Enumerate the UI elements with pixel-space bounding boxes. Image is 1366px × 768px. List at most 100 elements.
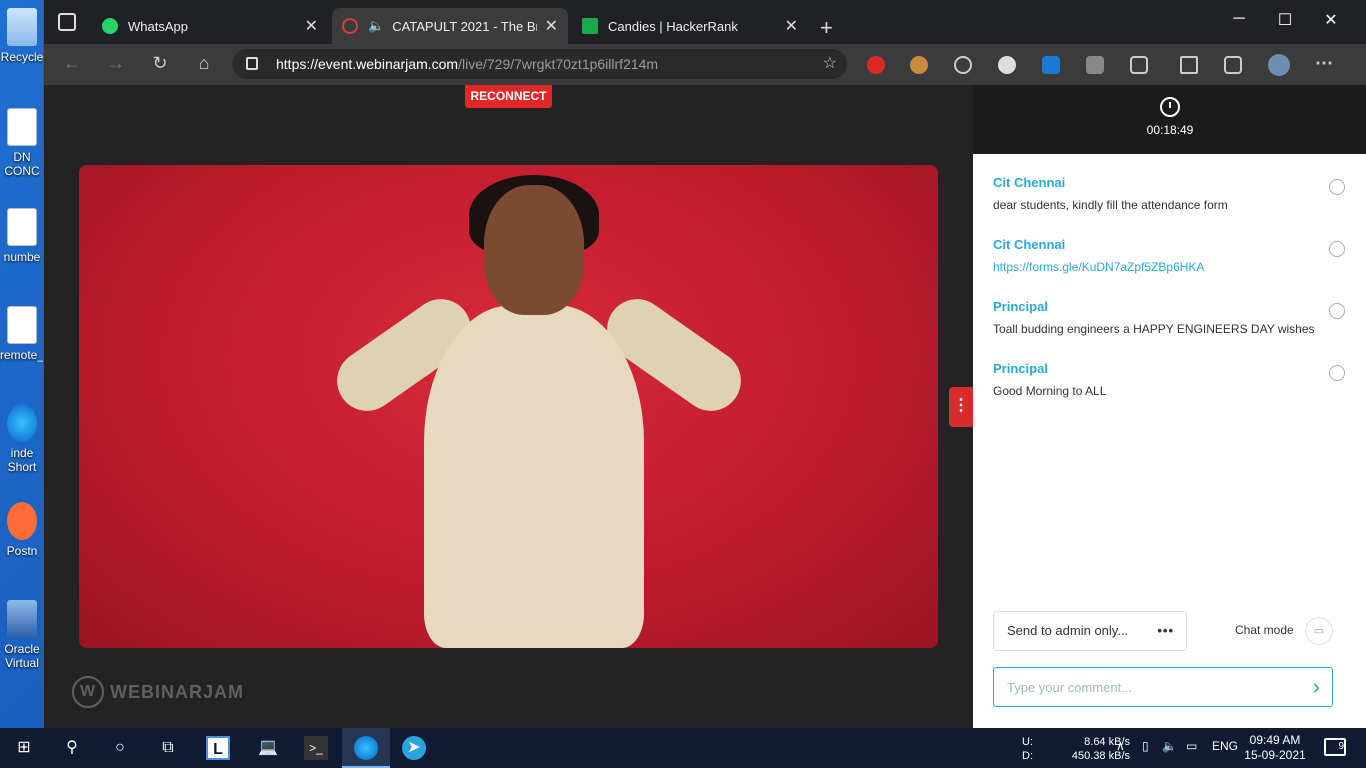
desktop-icon-file-1[interactable]: DN CONC <box>0 108 44 178</box>
close-tab-icon[interactable]: ✕ <box>545 16 558 36</box>
message-body: dear students, kindly fill the attendanc… <box>993 198 1228 212</box>
desktop-icon-virtualbox[interactable]: Oracle Virtual <box>0 600 44 670</box>
notifications-icon[interactable]: 9 <box>1324 738 1346 756</box>
telegram-icon[interactable]: ➤ <box>402 736 426 760</box>
lock-icon <box>246 57 258 70</box>
cortana-icon[interactable]: ○ <box>108 736 132 760</box>
cookie-extension-icon[interactable] <box>910 56 928 74</box>
volume-icon[interactable]: 🔈 <box>1162 739 1177 753</box>
extensions-puzzle-icon[interactable] <box>1130 56 1148 74</box>
message-body: Good Morning to ALL <box>993 384 1107 398</box>
desktop-icon-label: DN CONC <box>4 150 40 178</box>
show-hidden-icons-chevron-icon[interactable]: ∧ <box>1116 739 1125 753</box>
url-host: https://event.webinarjam.com <box>276 56 459 72</box>
react-devtools-icon[interactable] <box>954 56 972 74</box>
lens-app-icon[interactable]: L <box>206 736 230 760</box>
refresh-button[interactable]: ↻ <box>148 53 172 74</box>
maximize-button[interactable]: ☐ <box>1262 10 1308 30</box>
message-author: Cit Chennai <box>993 175 1066 190</box>
message-link[interactable]: https://forms.gle/KuDN7aZpf5ZBp6HKA <box>993 260 1353 274</box>
desktop-icon-label: numbe <box>3 250 41 264</box>
github-extension-icon[interactable] <box>998 56 1016 74</box>
send-to-select[interactable]: Send to admin only... ••• <box>993 611 1187 651</box>
document-icon <box>7 306 37 344</box>
document-icon <box>7 208 37 246</box>
desktop-icon-file-2[interactable]: numbe <box>0 208 44 264</box>
desktop-icon-edge-shortcut[interactable]: inde Short <box>0 404 44 474</box>
chat-message: Cit Chennai dear students, kindly fill t… <box>993 175 1353 212</box>
comment-input[interactable] <box>1007 668 1297 706</box>
message-select-radio[interactable] <box>1329 179 1345 195</box>
tab-actions-icon[interactable] <box>58 13 76 31</box>
taskbar: ⊞ ⚲ ○ ⧉ L 💻 >_ ➤ U: 8.64 kB/s D: 450.38 kB… <box>0 728 1366 768</box>
minimize-button[interactable]: ─ <box>1216 10 1262 28</box>
close-tab-icon[interactable]: ✕ <box>785 16 798 36</box>
session-timer: 00:18:49 <box>1146 123 1194 137</box>
back-button[interactable]: ← <box>60 53 84 74</box>
whatsapp-icon <box>102 18 118 34</box>
tab-title: Candies | HackerRank <box>608 18 738 34</box>
comment-box: › <box>993 667 1333 707</box>
search-icon[interactable]: ⚲ <box>60 736 84 760</box>
panel-header: 00:18:49 <box>973 85 1366 154</box>
send-arrow-icon[interactable]: › <box>1313 674 1320 700</box>
watermark-text: WEBINARJAM <box>110 681 244 702</box>
windows-start-icon[interactable]: ⊞ <box>12 736 36 760</box>
desktop-icon-label: inde Short <box>7 446 37 474</box>
webinarjam-logo-icon: W <box>72 676 104 708</box>
tab-catapult[interactable]: 🔈 CATAPULT 2021 - The Bridge ✕ <box>332 8 568 44</box>
chat-message: Principal Toall budding engineers a HAPP… <box>993 299 1353 336</box>
collections-icon[interactable] <box>1224 56 1242 74</box>
terminal-app-icon[interactable]: >_ <box>304 736 328 760</box>
profile-extension-icon[interactable] <box>1086 56 1104 74</box>
usb-icon[interactable]: ▯ <box>1142 739 1149 753</box>
message-select-radio[interactable] <box>1329 241 1345 257</box>
task-view-icon[interactable]: ⧉ <box>156 736 180 760</box>
hackerrank-icon <box>582 18 598 34</box>
tab-title: WhatsApp <box>128 18 188 34</box>
panel-toggle-button[interactable]: ⋮ <box>949 387 973 427</box>
close-tab-icon[interactable]: ✕ <box>305 16 318 36</box>
more-options-icon[interactable]: ••• <box>1157 612 1174 650</box>
desktop-icon-file-3[interactable]: remote_ <box>0 306 44 362</box>
webinarjam-watermark: W WEBINARJAM <box>72 676 244 708</box>
settings-menu-icon[interactable]: ⋯ <box>1312 53 1336 74</box>
message-select-radio[interactable] <box>1329 303 1345 319</box>
forward-button[interactable]: → <box>104 53 128 74</box>
address-bar-row: ← → ↻ ⌂ https://event.webinarjam.com/liv… <box>44 44 1366 85</box>
new-tab-button[interactable]: + <box>820 17 833 39</box>
message-select-radio[interactable] <box>1329 365 1345 381</box>
tab-hackerrank[interactable]: Candies | HackerRank ✕ <box>572 8 808 44</box>
taskbar-clock[interactable]: 09:49 AM 15-09-2021 <box>1240 733 1310 763</box>
desktop-icon-recycle-bin[interactable]: Recycle <box>0 8 44 64</box>
chat-mode-label: Chat mode <box>1235 623 1294 637</box>
speaker-icon[interactable]: 🔈 <box>368 18 384 34</box>
reconnect-button[interactable]: RECONNECT <box>465 85 552 108</box>
adblock-extension-icon[interactable] <box>867 56 885 74</box>
url-field[interactable]: https://event.webinarjam.com/live/729/7w… <box>232 49 847 79</box>
browser-window: WhatsApp ✕ 🔈 CATAPULT 2021 - The Bridge … <box>43 0 1366 728</box>
language-indicator[interactable]: ENG <box>1212 739 1238 753</box>
profile-avatar[interactable] <box>1268 54 1290 76</box>
laptop-app-icon[interactable]: 💻 <box>256 736 280 760</box>
chat-mode-toggle-icon[interactable]: ▭ <box>1305 617 1333 645</box>
webinarjam-icon <box>342 18 358 34</box>
clock-date: 15-09-2021 <box>1244 748 1306 762</box>
desktop-icon-postman[interactable]: Postn <box>0 502 44 558</box>
edge-taskbar-icon[interactable] <box>354 736 378 760</box>
tab-whatsapp[interactable]: WhatsApp ✕ <box>92 8 328 44</box>
home-button[interactable]: ⌂ <box>192 53 216 74</box>
add-favorite-icon[interactable]: ☆ <box>823 49 837 79</box>
chat-message: Cit Chennai https://forms.gle/KuDN7aZpf5… <box>993 237 1353 274</box>
tab-bar: WhatsApp ✕ 🔈 CATAPULT 2021 - The Bridge … <box>44 0 1366 44</box>
presenter-video <box>79 165 938 648</box>
favorites-icon[interactable] <box>1180 56 1198 74</box>
close-window-button[interactable]: ✕ <box>1308 10 1354 30</box>
network-icon[interactable]: ▭ <box>1186 739 1197 753</box>
s-extension-icon[interactable] <box>1042 56 1060 74</box>
presenter-head <box>484 185 584 315</box>
network-speed: U: 8.64 kB/s D: 450.38 kB/s <box>1022 735 1130 763</box>
postman-icon <box>7 502 37 540</box>
tab-title: CATAPULT 2021 - The Bridge <box>392 18 536 34</box>
document-icon <box>7 108 37 146</box>
